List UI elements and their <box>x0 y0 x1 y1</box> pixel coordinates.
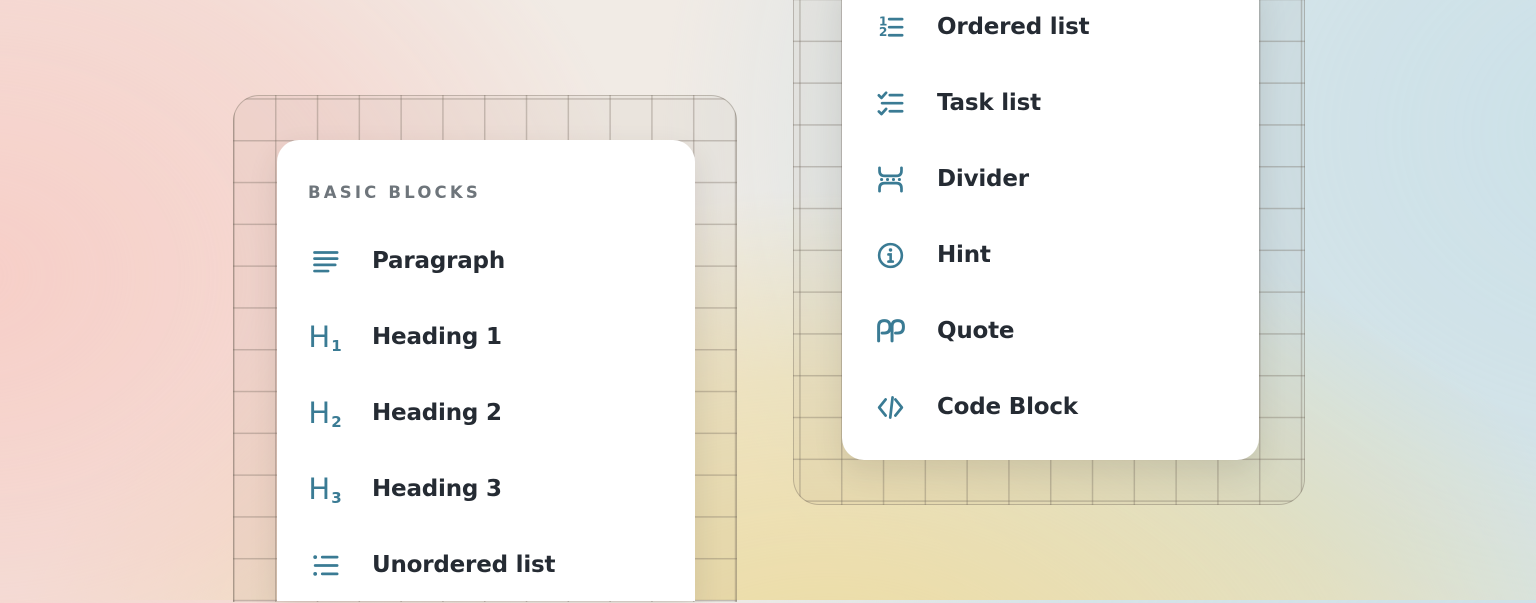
menu-item-divider[interactable]: Divider <box>873 141 1259 217</box>
task-list-icon <box>873 86 907 120</box>
menu-item-heading-2[interactable]: H2 Heading 2 <box>308 375 695 451</box>
menu-item-heading-3[interactable]: H3 Heading 3 <box>308 451 695 527</box>
menu-item-unordered-list[interactable]: Unordered list <box>308 527 695 603</box>
heading-3-icon: H3 <box>308 472 342 506</box>
menu-item-quote[interactable]: Quote <box>873 293 1259 369</box>
basic-blocks-menu: BASIC BLOCKS Paragraph H1 Heading 1 H2 H… <box>277 140 695 601</box>
divider-icon <box>873 162 907 196</box>
menu-item-task-list[interactable]: Task list <box>873 65 1259 141</box>
svg-text:2: 2 <box>878 25 887 39</box>
paragraph-icon <box>308 244 342 278</box>
menu-item-heading-1[interactable]: H1 Heading 1 <box>308 299 695 375</box>
section-header-basic-blocks: BASIC BLOCKS <box>308 184 695 201</box>
heading-2-icon: H2 <box>308 396 342 430</box>
menu-item-hint[interactable]: Hint <box>873 217 1259 293</box>
quote-icon <box>873 314 907 348</box>
hint-icon <box>873 238 907 272</box>
code-block-icon <box>873 390 907 424</box>
ordered-list-icon: 1 2 <box>873 10 907 44</box>
menu-item-code-block[interactable]: Code Block <box>873 369 1259 445</box>
menu-item-paragraph[interactable]: Paragraph <box>308 223 695 299</box>
menu-item-ordered-list[interactable]: 1 2 Ordered list <box>873 0 1259 65</box>
heading-1-icon: H1 <box>308 320 342 354</box>
blocks-menu-continued: 1 2 Ordered list Task list <box>842 0 1259 460</box>
unordered-list-icon <box>308 548 342 582</box>
